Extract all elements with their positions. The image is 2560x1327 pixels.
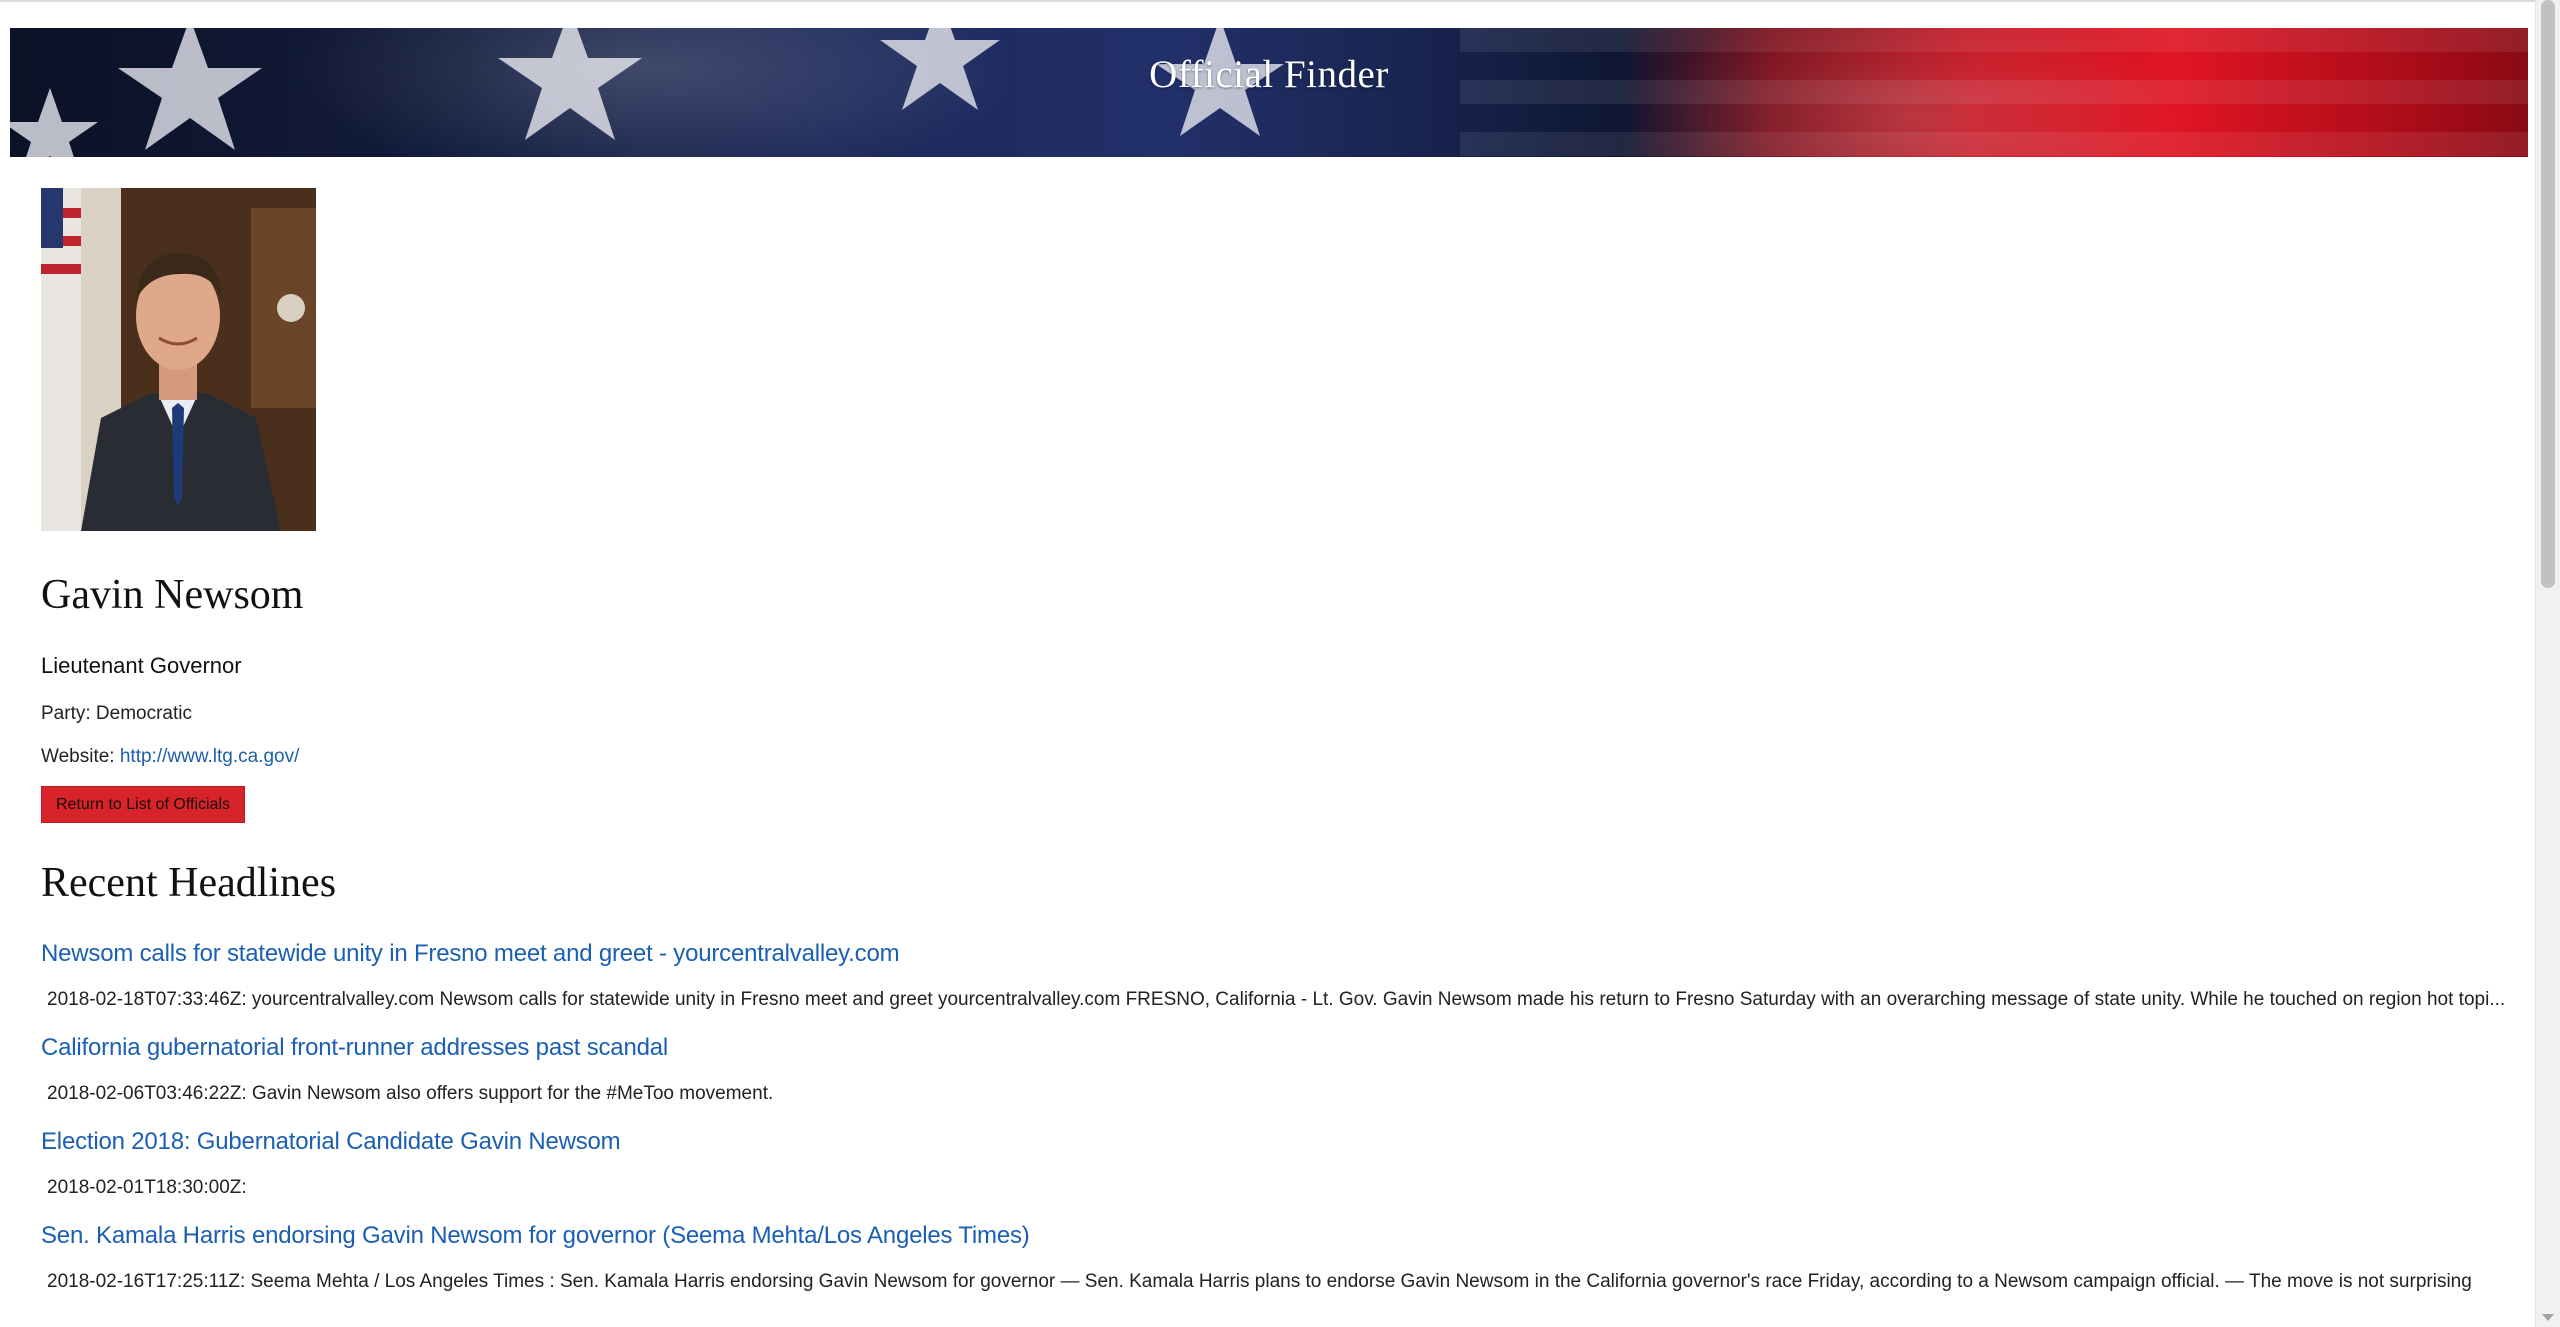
headline-description: 2018-02-06T03:46:22Z: Gavin Newsom also …: [47, 1083, 774, 1104]
official-name: Gavin Newsom: [41, 572, 304, 618]
headline-item: Election 2018: Gubernatorial Candidate G…: [41, 1128, 2531, 1200]
header-banner: Official Finder: [10, 28, 2528, 157]
headline-link[interactable]: Newsom calls for statewide unity in Fres…: [41, 940, 2531, 968]
headline-description: 2018-02-18T07:33:46Z: yourcentralvalley.…: [47, 989, 2506, 1010]
party-value: Democratic: [95, 703, 192, 724]
portrait-graphic: [41, 188, 316, 531]
headline-link[interactable]: Sen. Kamala Harris endorsing Gavin Newso…: [41, 1222, 2531, 1250]
top-divider: [0, 0, 2560, 2]
return-to-list-button[interactable]: Return to List of Officials: [41, 786, 245, 823]
official-photo: [41, 188, 316, 531]
scrollbar-thumb[interactable]: [2541, 0, 2555, 588]
headline-link[interactable]: Election 2018: Gubernatorial Candidate G…: [41, 1128, 2531, 1156]
scroll-down-arrow-icon[interactable]: [2542, 1314, 2554, 1321]
headline-description: 2018-02-01T18:30:00Z:: [47, 1177, 247, 1198]
vertical-scrollbar[interactable]: [2535, 0, 2560, 1327]
headline-item: California gubernatorial front-runner ad…: [41, 1034, 2531, 1106]
headline-link[interactable]: California gubernatorial front-runner ad…: [41, 1034, 2531, 1062]
website-line: Website: http://www.ltg.ca.gov/: [41, 746, 2531, 768]
party-line: Party: Democratic: [41, 703, 2531, 725]
headline-item: Newsom calls for statewide unity in Fres…: [41, 940, 2531, 1012]
official-detail: Gavin Newsom Lieutenant Governor Party: …: [41, 188, 2531, 1294]
party-label: Party:: [41, 703, 91, 724]
headline-description: 2018-02-16T17:25:11Z: Seema Mehta / Los …: [47, 1271, 2472, 1292]
recent-headlines-heading: Recent Headlines: [41, 860, 337, 906]
website-label: Website:: [41, 746, 115, 767]
site-title: Official Finder: [1149, 53, 1389, 96]
website-link[interactable]: http://www.ltg.ca.gov/: [120, 746, 300, 767]
official-office: Lieutenant Governor: [41, 653, 242, 678]
headline-item: Sen. Kamala Harris endorsing Gavin Newso…: [41, 1222, 2531, 1294]
page: Official Finder Gavin Newsom Lieutenant …: [0, 0, 2560, 1327]
